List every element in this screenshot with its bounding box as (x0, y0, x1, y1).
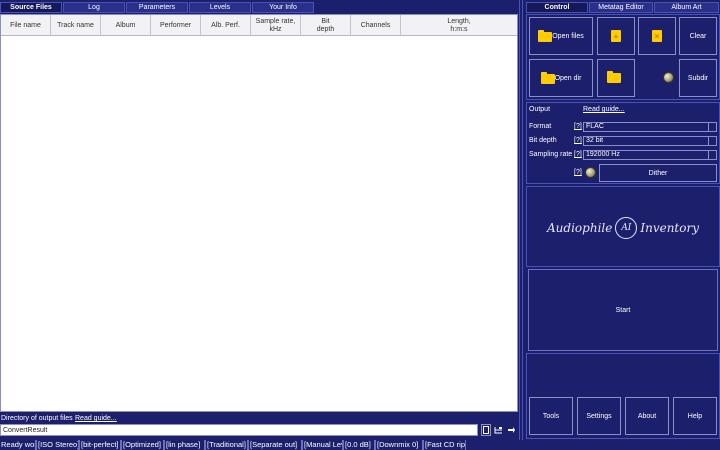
pane-splitter[interactable] (518, 0, 524, 440)
source-files-pane: Source Files Log Parameters Levels Your … (0, 0, 518, 440)
start-button[interactable]: Start (528, 269, 718, 351)
knob-icon (663, 72, 674, 83)
column-file-name[interactable]: File name (1, 15, 51, 36)
source-files-table[interactable]: File name Track name Album Performer Alb… (0, 14, 518, 412)
format-help-link[interactable]: [?] (574, 123, 582, 130)
status-fast-cd-rip: [Fast CD rip] (423, 440, 466, 450)
column-sample-rate[interactable]: Sample rate, kHz (251, 15, 301, 36)
output-browse-button[interactable] (481, 424, 491, 436)
left-tab-bar: Source Files Log Parameters Levels Your … (0, 2, 518, 13)
about-button[interactable]: About (625, 397, 669, 435)
open-dir-button[interactable]: Open dir (529, 59, 593, 97)
output-folder-tree-button[interactable] (493, 424, 503, 436)
status-ready: Ready work (1, 440, 36, 450)
tools-button[interactable]: Tools (529, 397, 573, 435)
status-gain-db: [0.0 dB] (343, 440, 375, 450)
add-folder-icon (607, 71, 625, 85)
link-icon (507, 427, 515, 433)
open-dir-label: Open dir (554, 74, 582, 82)
settings-button[interactable]: Settings (577, 397, 621, 435)
remove-file-icon: × (652, 30, 662, 42)
sampling-rate-row: Sampling rate [?] 192000 Hz (529, 150, 719, 160)
subdir-toggle[interactable] (663, 72, 674, 83)
output-label: Output (529, 106, 551, 113)
folder-icon (538, 30, 553, 42)
clear-button[interactable]: Clear (679, 17, 717, 55)
control-pane: Control Metatag Editor Album Art Open fi… (526, 0, 720, 440)
status-lin-phase: [lin phase] (164, 440, 205, 450)
logo-panel: Audiophile AI Inventory (526, 186, 720, 267)
tab-source-files[interactable]: Source Files (0, 2, 62, 13)
tab-your-info[interactable]: Your Info (252, 2, 314, 13)
output-link-button[interactable] (506, 424, 516, 436)
help-button[interactable]: Help (673, 397, 717, 435)
tab-levels[interactable]: Levels (189, 2, 251, 13)
bottom-tools-panel: Tools Settings About Help (526, 353, 720, 439)
output-directory-label: Directory of output files (1, 415, 73, 422)
bit-depth-select[interactable]: 32 bit (583, 136, 717, 146)
output-options-panel: Output Read guide... Format [?] FLAC Bit… (526, 102, 720, 184)
tab-parameters[interactable]: Parameters (126, 2, 188, 13)
status-optimized: [Optimized] (121, 440, 164, 450)
file-controls-panel: Open files + × Clear Open dir Subdir (526, 14, 720, 100)
dither-button[interactable]: Dither (599, 164, 717, 182)
format-select[interactable]: FLAC (583, 122, 717, 132)
column-album[interactable]: Album (101, 15, 151, 36)
output-directory-row: Directory of output files Read guide... (0, 414, 518, 440)
open-files-button[interactable]: Open files (529, 17, 593, 55)
dither-toggle[interactable] (585, 167, 596, 178)
column-bit-depth[interactable]: Bit depth (301, 15, 351, 36)
column-track-name[interactable]: Track name (51, 15, 101, 36)
right-tab-bar: Control Metatag Editor Album Art (526, 2, 720, 13)
status-bit-perfect: [bit-perfect] (79, 440, 121, 450)
options-read-guide-link[interactable]: Read guide... (583, 106, 625, 113)
logo-mark-icon: AI (615, 217, 638, 239)
knob-icon (585, 167, 596, 178)
status-manual-level: [Manual Lev] (302, 440, 343, 450)
file-icon (483, 426, 489, 434)
status-downmix: [Downmix 0] (375, 440, 423, 450)
output-read-guide-link[interactable]: Read guide... (75, 415, 117, 422)
bit-depth-help-link[interactable]: [?] (574, 137, 582, 144)
audiophile-inventory-logo: Audiophile AI Inventory (527, 214, 719, 242)
dither-help-link[interactable]: [?] (574, 169, 582, 176)
add-file-button[interactable]: + (597, 17, 635, 55)
format-row: Format [?] FLAC (529, 122, 719, 132)
format-label: Format (529, 123, 552, 130)
tab-metatag-editor[interactable]: Metatag Editor (589, 2, 653, 13)
sampling-rate-label: Sampling rate (529, 151, 573, 158)
status-separate-out: [Separate out] (248, 440, 302, 450)
add-file-icon: + (611, 30, 621, 42)
bit-depth-row: Bit depth [?] 32 bit (529, 136, 719, 146)
tab-log[interactable]: Log (63, 2, 125, 13)
open-files-label: Open files (552, 32, 584, 40)
add-folder-button[interactable] (597, 59, 635, 97)
sampling-rate-help-link[interactable]: [?] (574, 151, 582, 158)
sampling-rate-select[interactable]: 192000 Hz (583, 150, 717, 160)
status-bar: Ready work [ISO Stereo] [bit-perfect] [O… (0, 440, 720, 450)
tab-album-art[interactable]: Album Art (654, 2, 719, 13)
column-performer[interactable]: Performer (151, 15, 201, 36)
folder-icon (540, 72, 555, 84)
folder-tree-icon (494, 427, 502, 434)
status-iso-stereo: [ISO Stereo] (36, 440, 79, 450)
column-album-performer[interactable]: Alb. Perf. (201, 15, 251, 36)
subdir-button[interactable]: Subdir (679, 59, 717, 97)
column-channels[interactable]: Channels (351, 15, 401, 36)
bit-depth-label: Bit depth (529, 137, 557, 144)
output-directory-input[interactable] (0, 424, 478, 436)
remove-file-button[interactable]: × (638, 17, 676, 55)
table-header: File name Track name Album Performer Alb… (1, 15, 517, 36)
column-length[interactable]: Length, h:m:s (401, 15, 517, 36)
status-traditional: [Traditional] (205, 440, 248, 450)
tab-control[interactable]: Control (526, 2, 588, 13)
